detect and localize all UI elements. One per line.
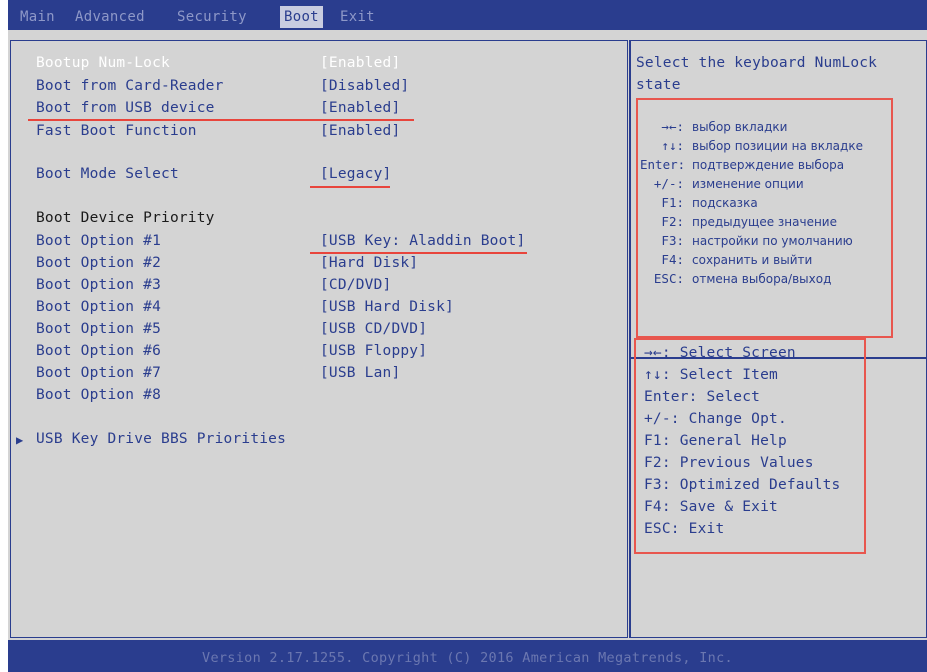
- boot-option-4-label[interactable]: Boot Option #4: [36, 299, 161, 315]
- boot-option-1-value[interactable]: [USB Key: Aladdin Boot]: [320, 233, 525, 249]
- boot-option-5-label[interactable]: Boot Option #5: [36, 321, 161, 337]
- boot-option-7-label[interactable]: Boot Option #7: [36, 365, 161, 381]
- boot-mode-underline: [310, 186, 390, 188]
- setting-fast-boot-label[interactable]: Fast Boot Function: [36, 123, 197, 139]
- en-legend-row: ESC: Exit: [644, 521, 725, 537]
- ru-legend-key: F4:: [661, 252, 684, 267]
- setting-fast-boot-value[interactable]: [Enabled]: [320, 123, 400, 139]
- boot-option-7-value[interactable]: [USB Lan]: [320, 365, 400, 381]
- setting-usb-device-label[interactable]: Boot from USB device: [36, 100, 215, 116]
- en-legend-row: →←: Select Screen: [644, 345, 796, 361]
- en-legend-row: ↑↓: Select Item: [644, 367, 778, 383]
- help-description: Select the keyboard NumLock state: [636, 55, 878, 93]
- usb-device-underline: [28, 119, 414, 121]
- ru-legend-desc: отмена выбора/выход: [692, 272, 832, 286]
- boot-option-6-value[interactable]: [USB Floppy]: [320, 343, 427, 359]
- setting-boot-mode-label[interactable]: Boot Mode Select: [36, 166, 179, 182]
- menu-bar: Main Advanced Security Boot Exit: [8, 0, 927, 30]
- boot-option-3-value[interactable]: [CD/DVD]: [320, 277, 391, 293]
- ru-legend-row: →←: выбор вкладки: [638, 118, 888, 136]
- tab-main[interactable]: Main: [20, 6, 55, 28]
- en-key-legend: →←: Select Screen ↑↓: Select Item Enter:…: [634, 338, 866, 554]
- ru-legend-row: ESC: отмена выбора/выход: [638, 270, 888, 288]
- boot-option-6-label[interactable]: Boot Option #6: [36, 343, 161, 359]
- ru-legend-key: Enter:: [640, 157, 686, 172]
- ru-legend-desc: предыдущее значение: [692, 215, 837, 229]
- ru-legend-key: F1:: [661, 195, 684, 210]
- ru-legend-desc: подсказка: [692, 196, 758, 210]
- en-legend-row: Enter: Select: [644, 389, 761, 405]
- en-legend-row: F4: Save & Exit: [644, 499, 778, 515]
- en-legend-row: +/-: Change Opt.: [644, 411, 787, 427]
- main-panel: Bootup Num-Lock [Enabled] Boot from Card…: [8, 30, 927, 640]
- ru-legend-key: ↑↓:: [661, 138, 684, 153]
- setting-card-reader-value[interactable]: [Disabled]: [320, 78, 409, 94]
- ru-legend-key: +/-:: [653, 176, 684, 191]
- boot-option-2-label[interactable]: Boot Option #2: [36, 255, 161, 271]
- ru-legend-key: F3:: [661, 233, 684, 248]
- boot-option-1-underline: [310, 252, 527, 254]
- ru-legend-row: Enter: подтверждение выбора: [638, 156, 888, 174]
- ru-legend-row: F1: подсказка: [638, 194, 888, 212]
- boot-option-4-value[interactable]: [USB Hard Disk]: [320, 299, 454, 315]
- en-legend-row: F1: General Help: [644, 433, 787, 449]
- ru-legend-row: ↑↓: выбор позиции на вкладке: [638, 137, 888, 155]
- usb-bbs-priorities-submenu[interactable]: USB Key Drive BBS Priorities: [36, 431, 286, 447]
- version-copyright: Version 2.17.1255. Copyright (C) 2016 Am…: [202, 650, 733, 666]
- ru-legend-desc: подтверждение выбора: [692, 158, 845, 172]
- submenu-arrow-icon: ▶: [16, 433, 24, 447]
- boot-option-8-label[interactable]: Boot Option #8: [36, 387, 161, 403]
- tab-advanced[interactable]: Advanced: [75, 6, 145, 28]
- tab-boot[interactable]: Boot: [280, 6, 323, 28]
- ru-legend-row: F4: сохранить и выйти: [638, 251, 888, 269]
- ru-legend-key: ESC:: [653, 271, 684, 286]
- ru-legend-row: +/-: изменение опции: [638, 175, 888, 193]
- ru-legend-key: F2:: [661, 214, 684, 229]
- boot-option-2-value[interactable]: [Hard Disk]: [320, 255, 418, 271]
- bios-screen: Main Advanced Security Boot Exit Bootup …: [0, 0, 927, 672]
- ru-legend-key: →←:: [661, 119, 684, 134]
- boot-option-1-label[interactable]: Boot Option #1: [36, 233, 161, 249]
- ru-legend-desc: изменение опции: [692, 177, 804, 191]
- tab-security[interactable]: Security: [177, 6, 247, 28]
- setting-card-reader-label[interactable]: Boot from Card-Reader: [36, 78, 224, 94]
- en-legend-row: F2: Previous Values: [644, 455, 814, 471]
- footer-bar: Version 2.17.1255. Copyright (C) 2016 Am…: [8, 640, 927, 672]
- setting-numlock-label[interactable]: Bootup Num-Lock: [36, 55, 170, 71]
- ru-legend-desc: настройки по умолчанию: [692, 234, 853, 248]
- ru-legend-desc: выбор позиции на вкладке: [692, 139, 863, 153]
- ru-legend-row: F3: настройки по умолчанию: [638, 232, 888, 250]
- en-legend-row: F3: Optimized Defaults: [644, 477, 841, 493]
- ru-key-legend: →←: выбор вкладки ↑↓: выбор позиции на в…: [636, 98, 893, 338]
- setting-numlock-value[interactable]: [Enabled]: [320, 55, 400, 71]
- setting-boot-mode-value[interactable]: [Legacy]: [320, 166, 391, 182]
- setting-usb-device-value[interactable]: [Enabled]: [320, 100, 400, 116]
- boot-option-5-value[interactable]: [USB CD/DVD]: [320, 321, 427, 337]
- ru-legend-row: F2: предыдущее значение: [638, 213, 888, 231]
- boot-priority-heading: Boot Device Priority: [36, 210, 215, 226]
- tab-exit[interactable]: Exit: [340, 6, 375, 28]
- ru-legend-desc: сохранить и выйти: [692, 253, 813, 267]
- boot-option-3-label[interactable]: Boot Option #3: [36, 277, 161, 293]
- ru-legend-desc: выбор вкладки: [692, 120, 788, 134]
